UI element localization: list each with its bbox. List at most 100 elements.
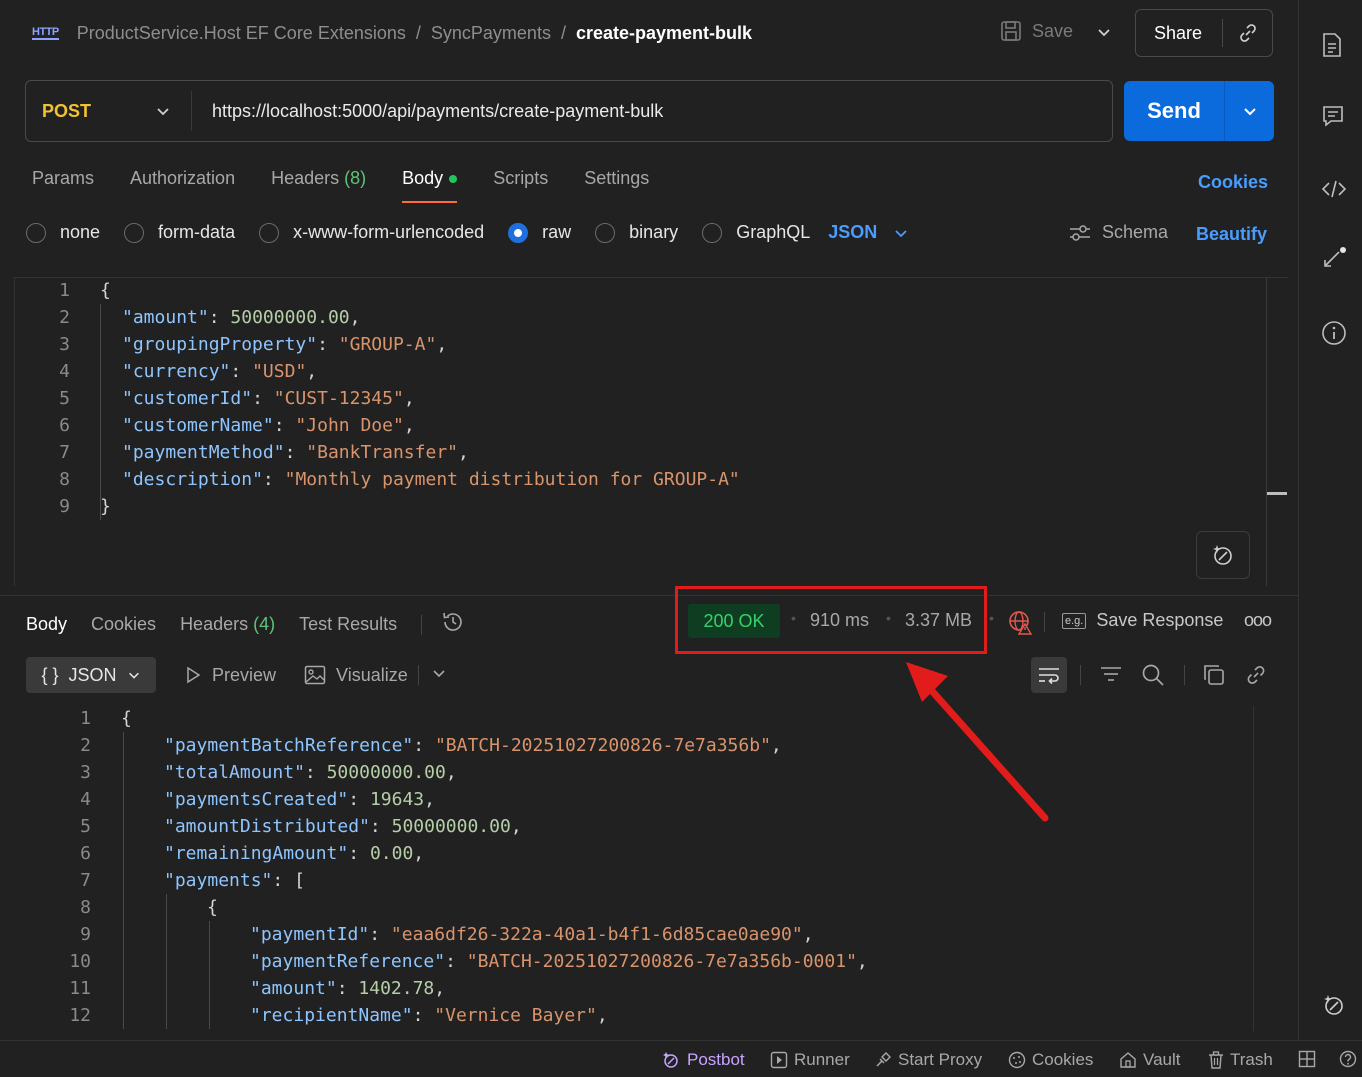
code-line[interactable]: "paymentMethod": "BankTransfer", — [122, 439, 469, 466]
code-comma: , — [770, 735, 782, 756]
send-options-chevron-icon[interactable] — [1225, 103, 1274, 119]
editor-scrollbar[interactable] — [1266, 277, 1267, 586]
code-line[interactable]: "currency": "USD", — [122, 358, 317, 385]
json-key: totalAmount — [174, 762, 295, 783]
save-options-chevron-icon[interactable] — [1096, 24, 1112, 45]
send-label: Send — [1147, 98, 1201, 123]
schema-button[interactable]: Schema — [1068, 222, 1168, 243]
response-format-select[interactable]: { } JSON — [26, 657, 156, 693]
cookies-link[interactable]: Cookies — [1198, 172, 1268, 193]
indent-guide — [100, 304, 101, 520]
footer-runner[interactable]: Runner — [770, 1050, 850, 1070]
code-line[interactable]: "paymentBatchReference": "BATCH-20251027… — [164, 732, 782, 759]
code-line[interactable]: } — [100, 493, 111, 520]
code-quote: " — [164, 843, 175, 864]
resp-tab-body[interactable]: Body — [26, 614, 67, 635]
documentation-icon[interactable] — [1321, 32, 1343, 63]
resp-tab-cookies[interactable]: Cookies — [91, 614, 156, 635]
code-comma: , — [349, 307, 361, 328]
share-button[interactable]: Share — [1135, 9, 1273, 57]
code-line[interactable]: { — [121, 705, 132, 732]
wrap-lines-button[interactable] — [1031, 657, 1067, 693]
tab-scripts[interactable]: Scripts — [493, 168, 548, 203]
code-quote: " — [122, 415, 133, 436]
request-name[interactable]: create-payment-bulk — [576, 23, 752, 44]
url-input[interactable]: https://localhost:5000/api/payments/crea… — [192, 101, 663, 122]
code-line[interactable]: "amountDistributed": 50000000.00, — [164, 813, 522, 840]
tab-body[interactable]: Body — [402, 168, 458, 203]
footer-vault[interactable]: Vault — [1119, 1050, 1181, 1070]
footer-cookies[interactable]: Cookies — [1008, 1050, 1093, 1070]
code-line[interactable]: "groupingProperty": "GROUP-A", — [122, 331, 447, 358]
response-scrollbar[interactable] — [1253, 706, 1273, 1031]
cookie-icon — [1008, 1051, 1026, 1069]
tab-settings[interactable]: Settings — [584, 168, 649, 203]
link-icon[interactable] — [1244, 663, 1268, 692]
tab-headers[interactable]: Headers (8) — [271, 168, 366, 203]
body-type-raw[interactable]: raw — [508, 222, 571, 243]
code-line[interactable]: "totalAmount": 50000000.00, — [164, 759, 457, 786]
postbot-sparkle-icon[interactable] — [1321, 992, 1347, 1023]
radio-icon — [595, 222, 616, 243]
beautify-button[interactable]: Beautify — [1196, 224, 1267, 245]
code-line[interactable]: "paymentReference": "BATCH-2025102720082… — [250, 948, 868, 975]
layout-toggle-icon[interactable] — [1298, 1050, 1316, 1073]
copy-icon[interactable] — [1202, 663, 1226, 692]
footer-postbot[interactable]: Postbot — [661, 1050, 745, 1070]
code-line[interactable]: "payments": [ — [164, 867, 305, 894]
right-sidebar — [1298, 0, 1362, 1040]
resp-tab-headers[interactable]: Headers (4) — [180, 614, 275, 635]
footer-start-proxy[interactable]: Start Proxy — [874, 1050, 982, 1070]
response-time[interactable]: 910 ms — [810, 610, 869, 631]
code-snippet-icon[interactable] — [1321, 178, 1347, 205]
code-line[interactable]: { — [100, 277, 111, 304]
raw-format-select[interactable]: JSON — [828, 222, 909, 243]
indent-guide — [209, 921, 210, 1029]
tab-params[interactable]: Params — [32, 168, 94, 203]
response-size[interactable]: 3.37 MB — [905, 610, 972, 631]
resp-tab-test-results[interactable]: Test Results — [299, 614, 397, 635]
body-type-graphql[interactable]: GraphQL — [702, 222, 810, 243]
footer-trash[interactable]: Trash — [1208, 1050, 1273, 1070]
code-line[interactable]: "paymentsCreated": 19643, — [164, 786, 435, 813]
tab-authorization[interactable]: Authorization — [130, 168, 235, 203]
response-divider[interactable] — [0, 595, 1298, 596]
code-line[interactable]: "recipientName": "Vernice Bayer", — [250, 1002, 608, 1029]
save-response-button[interactable]: e.g. Save Response — [1062, 610, 1223, 631]
ai-assist-button[interactable] — [1196, 531, 1250, 579]
visualize-options-chevron-icon[interactable] — [431, 665, 447, 686]
status-badge[interactable]: 200 OK — [688, 604, 780, 638]
network-globe-warning-icon[interactable] — [1007, 609, 1033, 640]
code-line[interactable]: "amount": 1402.78, — [250, 975, 445, 1002]
code-quote: " — [359, 816, 370, 837]
save-button[interactable]: Save — [1000, 20, 1073, 42]
related-collections-icon[interactable] — [1321, 246, 1347, 277]
code-line[interactable]: "customerName": "John Doe", — [122, 412, 415, 439]
breadcrumb-collection[interactable]: ProductService.Host EF Core Extensions — [77, 23, 406, 44]
body-type-binary[interactable]: binary — [595, 222, 678, 243]
body-type-none[interactable]: none — [26, 222, 100, 243]
code-line[interactable]: "amount": 50000000.00, — [122, 304, 360, 331]
body-type-urlencoded[interactable]: x-www-form-urlencoded — [259, 222, 484, 243]
code-line[interactable]: { — [207, 894, 218, 921]
code-line[interactable]: "remainingAmount": 0.00, — [164, 840, 424, 867]
breadcrumb-folder[interactable]: SyncPayments — [431, 23, 551, 44]
body-type-label: x-www-form-urlencoded — [293, 222, 485, 242]
search-icon[interactable] — [1141, 663, 1165, 692]
preview-button[interactable]: Preview — [184, 665, 276, 686]
history-icon[interactable] — [440, 610, 466, 639]
editor-scrollbar-thumb[interactable] — [1267, 492, 1287, 495]
send-button[interactable]: Send — [1124, 81, 1274, 141]
copy-link-icon[interactable] — [1223, 22, 1272, 44]
visualize-button[interactable]: Visualize — [304, 665, 408, 686]
info-icon[interactable] — [1321, 320, 1347, 351]
more-options-icon[interactable]: ooo — [1244, 610, 1272, 631]
help-icon[interactable] — [1339, 1050, 1357, 1073]
code-line[interactable]: "customerId": "CUST-12345", — [122, 385, 415, 412]
code-line[interactable]: "paymentId": "eaa6df26-322a-40a1-b4f1-6d… — [250, 921, 814, 948]
comments-icon[interactable] — [1321, 104, 1345, 133]
filter-icon[interactable] — [1099, 663, 1123, 690]
method-select[interactable]: POST — [26, 91, 192, 131]
body-type-form-data[interactable]: form-data — [124, 222, 235, 243]
code-line[interactable]: "description": "Monthly payment distribu… — [122, 466, 740, 493]
